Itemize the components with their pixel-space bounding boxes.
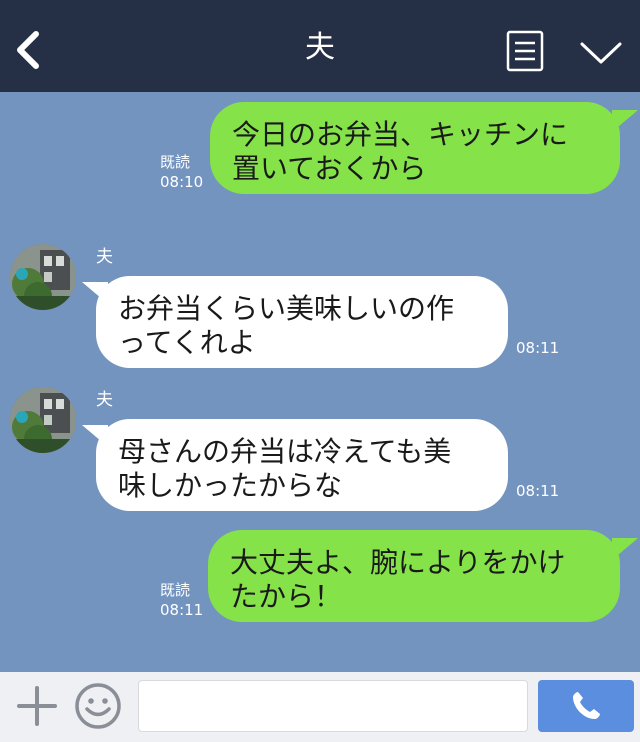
sticker-button[interactable]: [74, 682, 122, 730]
message-line: 大丈夫よ、腕によりをかけ: [230, 546, 566, 579]
chevron-down-icon: [580, 42, 622, 64]
message-input[interactable]: [138, 680, 528, 732]
sender-name: 夫: [96, 247, 113, 267]
message-line: 味しかったからな: [118, 469, 343, 502]
avatar-photo-icon: [10, 244, 76, 310]
bubble-tail: [612, 110, 638, 132]
message-bubble-me[interactable]: 今日のお弁当、キッチンに 置いておくから: [210, 102, 620, 194]
message-line: お弁当くらい美味しいの作: [118, 292, 455, 325]
call-button[interactable]: [538, 680, 634, 732]
chat-header: 夫: [0, 0, 640, 92]
smile-icon: [75, 683, 121, 729]
menu-button[interactable]: [578, 36, 624, 70]
avatar-photo-icon: [10, 387, 76, 453]
message-line: 今日のお弁当、キッチンに: [232, 118, 569, 151]
read-receipt: 既読 08:10: [160, 153, 204, 191]
message-time: 08:11: [516, 482, 560, 500]
message-line: 母さんの弁当は冷えても美: [118, 435, 452, 468]
chat-title: 夫: [305, 30, 335, 65]
avatar[interactable]: [10, 244, 76, 310]
notes-button[interactable]: [506, 30, 544, 72]
chevron-left-icon: [17, 31, 39, 69]
bubble-tail: [612, 538, 638, 560]
message-line: たから！: [230, 580, 343, 613]
sender-name: 夫: [96, 390, 113, 410]
notes-icon: [506, 30, 544, 72]
message-bubble-them[interactable]: お弁当くらい美味しいの作 ってくれよ: [96, 276, 508, 368]
message-time: 08:11: [516, 339, 560, 357]
message-bubble-them[interactable]: 母さんの弁当は冷えても美 味しかったからな: [96, 419, 508, 511]
plus-icon: [17, 686, 57, 726]
message-line: ってくれよ: [118, 326, 256, 359]
message-line: 置いておくから: [232, 152, 427, 185]
message-bubble-me[interactable]: 大丈夫よ、腕によりをかけ たから！: [208, 530, 620, 622]
avatar[interactable]: [10, 387, 76, 453]
back-button[interactable]: [14, 30, 44, 70]
read-receipt: 既読 08:11: [160, 581, 204, 619]
chat-area: 既読 08:10 今日のお弁当、キッチンに 置いておくから 夫 お弁当くらい美味…: [0, 92, 640, 672]
add-button[interactable]: [16, 684, 58, 728]
phone-icon: [573, 692, 600, 719]
